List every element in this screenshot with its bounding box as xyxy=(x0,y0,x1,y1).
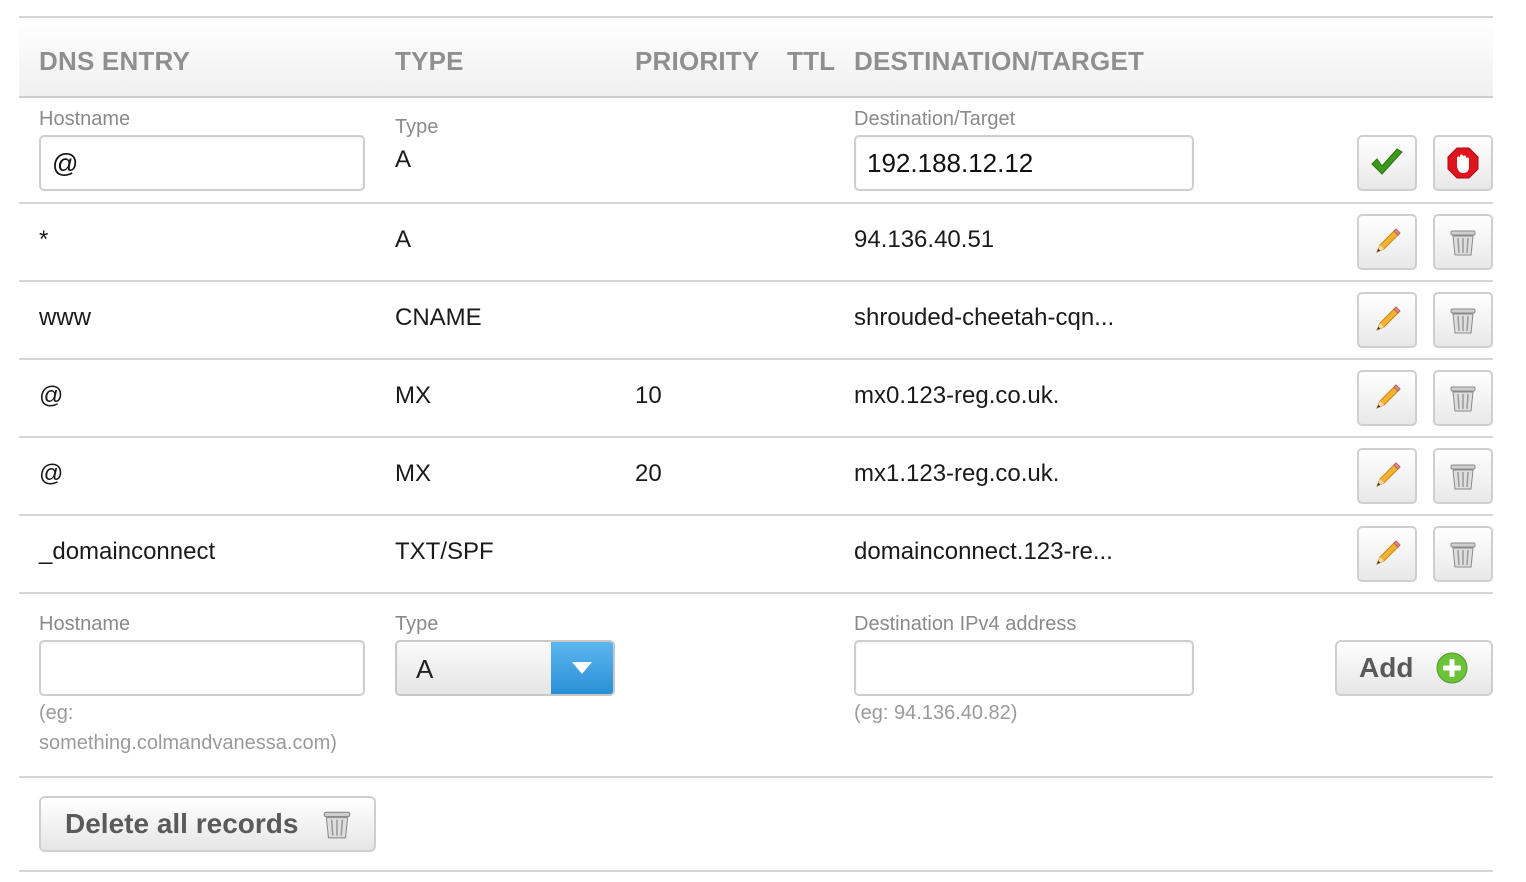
plus-circle-icon xyxy=(1436,652,1468,684)
edit-record-row: Hostname Type A Destination/Target xyxy=(19,98,1493,204)
cancel-button[interactable] xyxy=(1433,135,1493,191)
record-type: A xyxy=(395,226,412,253)
new-destination-label: Destination IPv4 address xyxy=(854,613,1077,635)
trash-icon xyxy=(320,807,354,841)
delete-all-records-button[interactable]: Delete all records xyxy=(39,796,376,852)
add-button-label: Add xyxy=(1359,652,1414,683)
record-row: _domainconnect TXT/SPF domainconnect.123… xyxy=(19,516,1493,594)
record-row: @ MX 20 mx1.123-reg.co.uk. xyxy=(19,438,1493,516)
confirm-button[interactable] xyxy=(1357,135,1417,191)
record-destination: mx1.123-reg.co.uk. xyxy=(854,460,1060,487)
header-priority: PRIORITY xyxy=(635,46,760,76)
chevron-down-icon[interactable] xyxy=(551,642,613,694)
record-type: MX xyxy=(395,382,431,409)
hostname-label: Hostname xyxy=(39,108,131,130)
checkmark-icon xyxy=(1371,148,1403,175)
header-type: TYPE xyxy=(395,46,464,76)
header-dns-entry: DNS ENTRY xyxy=(39,46,191,76)
record-row: www CNAME shrouded-cheetah-cqn... xyxy=(19,282,1493,360)
trash-icon xyxy=(1447,460,1479,492)
delete-record-button[interactable] xyxy=(1433,370,1493,426)
stop-icon xyxy=(1447,147,1479,179)
edit-record-button[interactable] xyxy=(1357,292,1417,348)
delete-all-label: Delete all records xyxy=(65,808,299,839)
edit-record-button[interactable] xyxy=(1357,526,1417,582)
type-select[interactable]: A xyxy=(395,640,615,696)
record-hostname: www xyxy=(39,304,91,331)
hostname-input[interactable] xyxy=(39,135,365,191)
delete-record-button[interactable] xyxy=(1433,448,1493,504)
hostname-hint: (eg: something.colmandvanessa.com) xyxy=(39,702,337,754)
pencil-icon xyxy=(1371,226,1403,258)
add-button[interactable]: Add xyxy=(1335,640,1493,696)
new-hostname-label: Hostname xyxy=(39,613,131,635)
record-destination: 94.136.40.51 xyxy=(854,226,995,253)
record-type: TXT/SPF xyxy=(395,538,494,565)
table-header: DNS ENTRY TYPE PRIORITY TTL DESTINATION/… xyxy=(19,18,1493,98)
pencil-icon xyxy=(1371,304,1403,336)
record-hostname: _domainconnect xyxy=(39,538,216,565)
header-destination: DESTINATION/TARGET xyxy=(854,46,1145,76)
destination-input[interactable] xyxy=(854,135,1194,191)
record-priority: 10 xyxy=(635,382,662,409)
record-destination: domainconnect.123-re... xyxy=(854,538,1113,565)
footer-row: Delete all records xyxy=(19,778,1493,872)
record-hostname: @ xyxy=(39,382,64,409)
pencil-icon xyxy=(1371,460,1403,492)
add-record-row: Hostname (eg: something.colmandvanessa.c… xyxy=(19,594,1493,778)
type-label: Type xyxy=(395,116,439,138)
record-row: * A 94.136.40.51 xyxy=(19,204,1493,282)
dns-records-panel: DNS ENTRY TYPE PRIORITY TTL DESTINATION/… xyxy=(19,16,1493,872)
record-hostname: @ xyxy=(39,460,64,487)
new-destination-input[interactable] xyxy=(854,640,1194,696)
record-type: MX xyxy=(395,460,431,487)
delete-record-button[interactable] xyxy=(1433,526,1493,582)
header-ttl: TTL xyxy=(787,46,836,76)
trash-icon xyxy=(1447,382,1479,414)
type-select-value: A xyxy=(416,654,434,684)
trash-icon xyxy=(1447,304,1479,336)
edit-record-button[interactable] xyxy=(1357,448,1417,504)
trash-icon xyxy=(1447,538,1479,570)
delete-record-button[interactable] xyxy=(1433,214,1493,270)
new-hostname-input[interactable] xyxy=(39,640,365,696)
new-type-label: Type xyxy=(395,613,439,635)
delete-record-button[interactable] xyxy=(1433,292,1493,348)
destination-hint: (eg: 94.136.40.82) xyxy=(854,702,1018,724)
record-destination: mx0.123-reg.co.uk. xyxy=(854,382,1060,409)
trash-icon xyxy=(1447,226,1479,258)
pencil-icon xyxy=(1371,538,1403,570)
record-hostname: * xyxy=(39,226,49,253)
record-priority: 20 xyxy=(635,460,662,487)
record-destination: shrouded-cheetah-cqn... xyxy=(854,304,1115,331)
record-row: @ MX 10 mx0.123-reg.co.uk. xyxy=(19,360,1493,438)
type-value: A xyxy=(395,146,412,173)
pencil-icon xyxy=(1371,382,1403,414)
record-type: CNAME xyxy=(395,304,482,331)
edit-record-button[interactable] xyxy=(1357,370,1417,426)
destination-label: Destination/Target xyxy=(854,108,1016,130)
edit-record-button[interactable] xyxy=(1357,214,1417,270)
